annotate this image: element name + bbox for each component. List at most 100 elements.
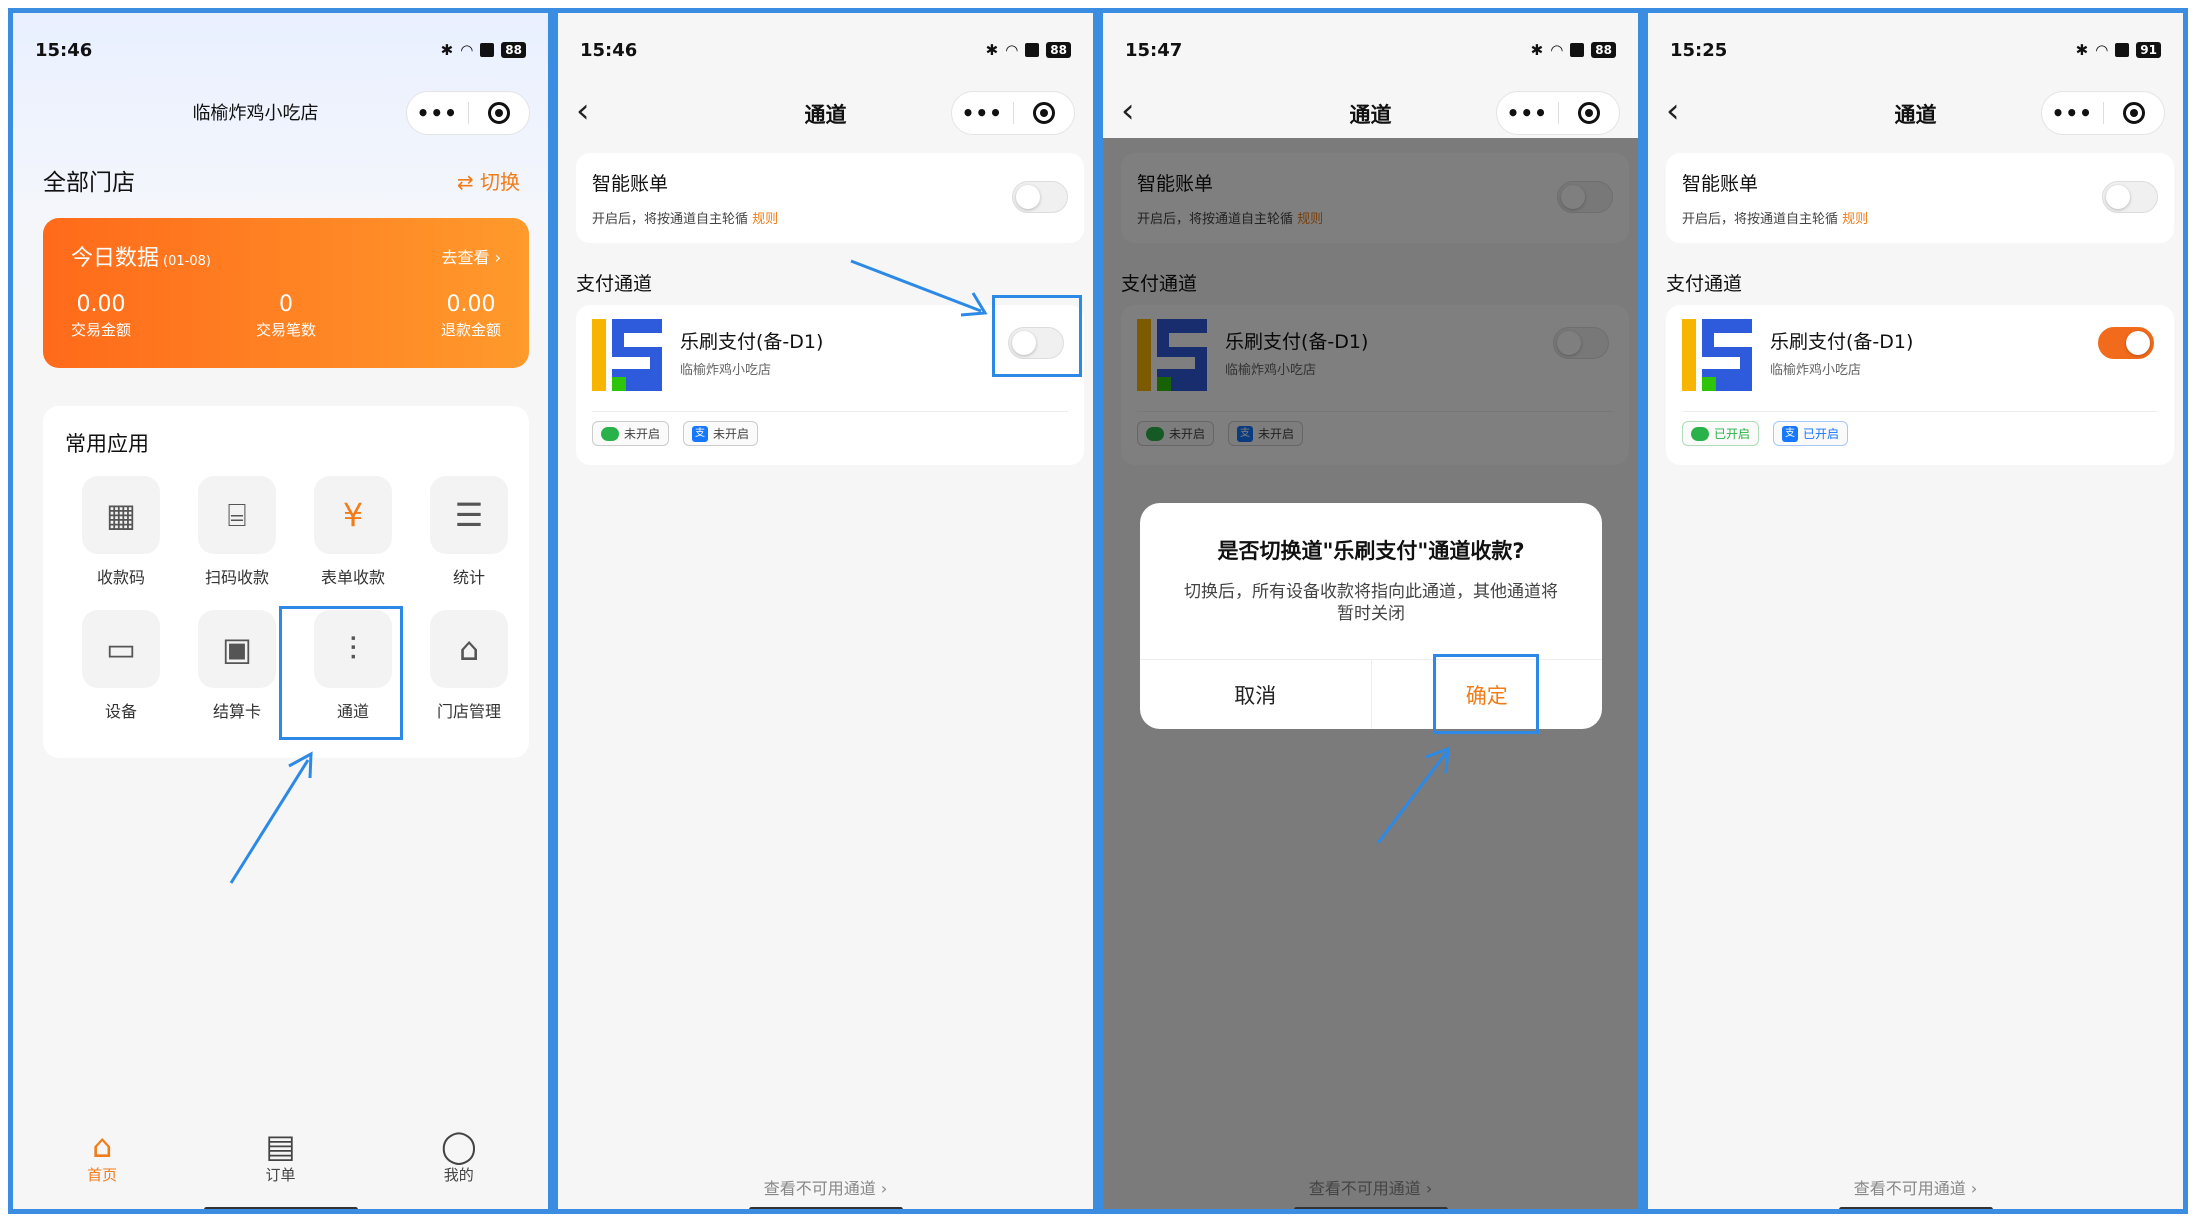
store-icon: ⌂ xyxy=(430,610,508,688)
panel-confirm-dialog: 15:47 ✱ ◠ 88 ‹ 通道 ••• 智能账单 开启后，将按通道自主轮循 … xyxy=(1098,8,1643,1214)
app-qr-code[interactable]: ▦ 收款码 xyxy=(63,476,179,588)
smart-bill-card: 智能账单 开启后，将按通道自主轮循 规则 xyxy=(1666,153,2174,243)
leshua-logo-icon xyxy=(592,319,662,391)
arrow-to-confirm-button xyxy=(1376,746,1450,844)
status-time: 15:47 xyxy=(1125,39,1183,61)
dialog-title: 是否切换道"乐刷支付"通道收款? xyxy=(1217,539,1525,563)
nav-bar: ‹ 通道 ••• xyxy=(1103,85,1638,141)
app-settlement-card[interactable]: ▣ 结算卡 xyxy=(179,610,295,722)
status-time: 15:46 xyxy=(35,39,93,61)
wechat-status-badge: 未开启 xyxy=(592,421,670,446)
switch-store-button[interactable]: ⇄ 切换 xyxy=(457,166,520,195)
mini-program-capsule: ••• xyxy=(1496,91,1620,135)
close-target-icon[interactable] xyxy=(468,102,529,124)
channel-toggle[interactable] xyxy=(2098,327,2154,359)
bluetooth-icon: ✱ xyxy=(2075,41,2089,59)
wechat-icon xyxy=(601,426,619,441)
status-bar: 15:46 ✱ ◠ 88 xyxy=(35,35,526,65)
channel-card: 乐刷支付(备-D1) 临榆炸鸡小吃店 已开启 支已开启 xyxy=(1666,305,2174,465)
smart-bill-title: 智能账单 xyxy=(1682,173,1759,195)
bottom-tab-bar: ⌂ 首页 ▤ 订单 ◯ 我的 xyxy=(13,1128,548,1185)
app-form-pay[interactable]: ¥ 表单收款 xyxy=(295,476,411,588)
stat-amount: 0.00 交易金额 xyxy=(71,292,132,339)
app-device[interactable]: ▭ 设备 xyxy=(63,610,179,722)
channel-store: 临榆炸鸡小吃店 xyxy=(1770,363,1862,378)
bluetooth-icon: ✱ xyxy=(985,41,999,59)
nav-bar: ‹ 通道 ••• xyxy=(558,85,1093,141)
more-dots-icon[interactable]: ••• xyxy=(2042,101,2103,125)
wifi-icon: ◠ xyxy=(2095,41,2109,59)
app-statistics[interactable]: ☰ 统计 xyxy=(411,476,527,588)
qr-code-icon: ▦ xyxy=(82,476,160,554)
unavailable-channels-link[interactable]: 查看不可用通道 › xyxy=(1648,1175,2183,1199)
status-bar: 15:46 ✱ ◠ 88 xyxy=(580,35,1071,65)
wechat-icon xyxy=(1691,426,1709,441)
section-payment-channel: 支付通道 xyxy=(576,273,653,295)
status-time: 15:25 xyxy=(1670,39,1728,61)
today-title: 今日数据 (01-08) xyxy=(71,246,211,271)
unavailable-channels-link[interactable]: 查看不可用通道 › xyxy=(558,1175,1093,1199)
alipay-status-badge: 支未开启 xyxy=(683,421,759,446)
close-target-icon[interactable] xyxy=(1013,102,1074,124)
stat-refund: 0.00 退款金额 xyxy=(440,292,501,339)
order-icon: ▤ xyxy=(265,1127,296,1165)
nav-bar: 临榆炸鸡小吃店 ••• xyxy=(13,85,548,141)
channel-store: 临榆炸鸡小吃店 xyxy=(680,363,772,378)
smart-bill-toggle[interactable] xyxy=(1012,181,1068,213)
mini-program-capsule: ••• xyxy=(406,91,530,135)
mini-program-capsule: ••• xyxy=(2041,91,2165,135)
nfc-icon xyxy=(2115,43,2130,57)
home-indicator xyxy=(203,1207,358,1209)
battery-icon: 88 xyxy=(501,42,526,58)
today-data-card: 今日数据 (01-08) 去查看 › 0.00 交易金额 0 交易笔数 0.00 … xyxy=(43,218,529,368)
panel-channel-on: 15:25 ✱ ◠ 91 ‹ 通道 ••• 智能账单 开启后，将按通道自主轮循 … xyxy=(1643,8,2188,1214)
highlight-confirm-button xyxy=(1433,654,1539,734)
status-bar: 15:25 ✱ ◠ 91 xyxy=(1670,35,2161,65)
home-indicator xyxy=(1293,1207,1448,1209)
mini-program-capsule: ••• xyxy=(951,91,1075,135)
tab-home[interactable]: ⌂ 首页 xyxy=(42,1128,162,1185)
cancel-button[interactable]: 取消 xyxy=(1140,660,1371,729)
coins-stack-icon: ☰ xyxy=(430,476,508,554)
alipay-icon: 支 xyxy=(1782,425,1799,442)
alipay-status-badge: 支已开启 xyxy=(1773,421,1849,446)
bluetooth-icon: ✱ xyxy=(1530,41,1544,59)
stat-count: 0 交易笔数 xyxy=(255,292,316,339)
panel-channel-off: 15:46 ✱ ◠ 88 ‹ 通道 ••• 智能账单 开启后，将按通道自主轮循 … xyxy=(553,8,1098,1214)
user-icon: ◯ xyxy=(440,1127,477,1165)
home-icon: ⌂ xyxy=(92,1127,113,1165)
rule-link[interactable]: 规则 xyxy=(752,212,778,227)
smart-bill-toggle[interactable] xyxy=(2102,181,2158,213)
tutorial-stage: 15:46 ✱ ◠ 88 临榆炸鸡小吃店 ••• 全部门店 ⇄ 切换 今日数据(… xyxy=(0,0,2196,1221)
app-store-manage[interactable]: ⌂ 门店管理 xyxy=(411,610,527,722)
more-dots-icon[interactable]: ••• xyxy=(952,101,1013,125)
rule-link[interactable]: 规则 xyxy=(1842,212,1868,227)
status-icons: ✱ ◠ 88 xyxy=(1531,41,1616,59)
scan-icon: ⌸ xyxy=(198,476,276,554)
arrow-to-channel-app xyxy=(229,751,313,884)
home-indicator xyxy=(1838,1207,1993,1209)
nfc-icon xyxy=(480,43,495,57)
wifi-icon: ◠ xyxy=(1550,41,1564,59)
view-details-link[interactable]: 去查看 › xyxy=(442,244,502,268)
home-indicator xyxy=(748,1207,903,1209)
highlight-channel-app xyxy=(279,606,403,740)
common-apps-title: 常用应用 xyxy=(65,432,149,456)
alipay-icon: 支 xyxy=(692,425,709,442)
store-selector: 全部门店 ⇄ 切换 xyxy=(43,163,520,197)
close-target-icon[interactable] xyxy=(2103,102,2164,124)
more-dots-icon[interactable]: ••• xyxy=(1497,101,1558,125)
nfc-icon xyxy=(1570,43,1585,57)
more-dots-icon[interactable]: ••• xyxy=(407,101,468,125)
tab-mine[interactable]: ◯ 我的 xyxy=(399,1128,519,1185)
app-scan-pay[interactable]: ⌸ 扫码收款 xyxy=(179,476,295,588)
battery-icon: 88 xyxy=(1591,42,1616,58)
wifi-icon: ◠ xyxy=(460,41,474,59)
close-target-icon[interactable] xyxy=(1558,102,1619,124)
leshua-logo-icon xyxy=(1682,319,1752,391)
channel-name: 乐刷支付(备-D1) xyxy=(1770,331,1914,353)
battery-icon: 91 xyxy=(2136,42,2161,58)
arrow-to-channel-toggle xyxy=(850,259,988,317)
tab-orders[interactable]: ▤ 订单 xyxy=(220,1128,340,1185)
section-payment-channel: 支付通道 xyxy=(1666,273,1743,295)
